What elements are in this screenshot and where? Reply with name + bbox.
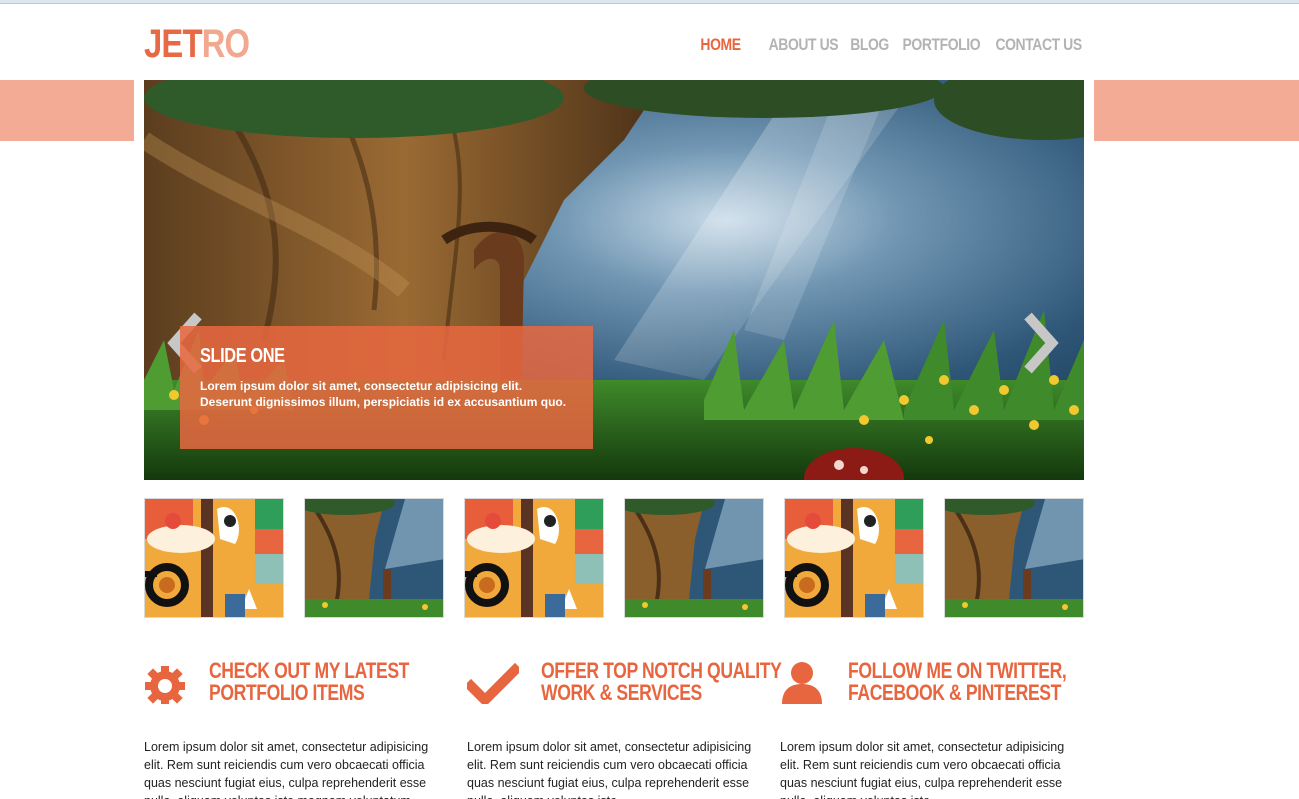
feature-title: FOLLOW ME ON TWITTER, FACEBOOK & PINTERES… [848, 658, 1067, 705]
slide-text: Lorem ipsum dolor sit amet, consectetur … [200, 379, 567, 409]
feature-title: CHECK OUT MY LATEST PORTFOLIO ITEMS [209, 658, 410, 705]
accent-band-right [1094, 80, 1299, 141]
gear-icon [145, 666, 185, 704]
features-section: CHECK OUT MY LATEST PORTFOLIO ITEMS Lorem… [144, 656, 1084, 799]
user-icon [782, 662, 822, 704]
thumbnail-illustration[interactable] [464, 498, 604, 618]
feature-quality: OFFER TOP NOTCH QUALITY WORK & SERVICES L… [467, 656, 782, 799]
thumbnail-tree[interactable] [944, 498, 1084, 618]
thumbnail-illustration[interactable] [784, 498, 924, 618]
feature-social: FOLLOW ME ON TWITTER, FACEBOOK & PINTERES… [780, 656, 1084, 799]
thumbnail-strip [144, 498, 1084, 618]
feature-title: OFFER TOP NOTCH QUALITY WORK & SERVICES [541, 658, 782, 705]
nav-home[interactable]: HOME [700, 34, 741, 56]
feature-portfolio: CHECK OUT MY LATEST PORTFOLIO ITEMS Lorem… [144, 656, 449, 799]
chevron-right-icon [1024, 312, 1059, 374]
slide-caption: SLIDE ONE Lorem ipsum dolor sit amet, co… [180, 326, 593, 449]
nav-blog[interactable]: BLOG [850, 34, 889, 56]
logo-part-1: JET [144, 22, 203, 66]
feature-text: Lorem ipsum dolor sit amet, consectetur … [144, 740, 429, 799]
nav-about-us[interactable]: ABOUT US [769, 34, 839, 56]
site-header: JETRO HOME ABOUT US BLOG PORTFOLIO CONTA… [0, 4, 1299, 80]
feature-text: Lorem ipsum dolor sit amet, consectetur … [780, 740, 1065, 799]
logo-part-2: RO [201, 22, 250, 66]
thumbnail-illustration[interactable] [144, 498, 284, 618]
slider-next-arrow[interactable] [1020, 312, 1060, 374]
thumbnail-tree[interactable] [304, 498, 444, 618]
nav-portfolio[interactable]: PORTFOLIO [903, 34, 981, 56]
hero-slider: SLIDE ONE Lorem ipsum dolor sit amet, co… [144, 80, 1084, 480]
checkmark-icon [467, 662, 519, 704]
slide-title: SLIDE ONE [200, 345, 285, 367]
thumbnail-tree[interactable] [624, 498, 764, 618]
accent-band-left [0, 80, 134, 141]
feature-text: Lorem ipsum dolor sit amet, consectetur … [467, 740, 752, 799]
nav-contact-us[interactable]: CONTACT US [995, 34, 1082, 56]
logo[interactable]: JETRO [144, 22, 250, 66]
